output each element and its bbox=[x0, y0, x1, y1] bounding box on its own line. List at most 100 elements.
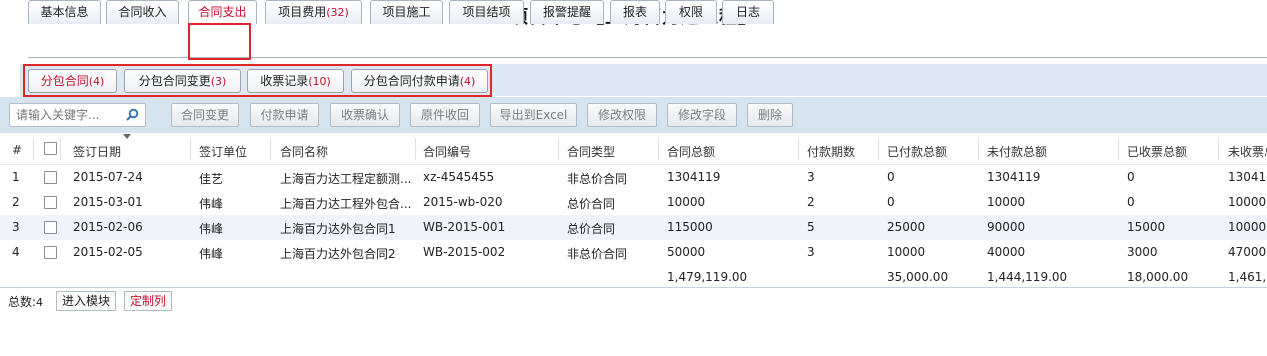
column-separator[interactable] bbox=[33, 138, 34, 160]
cell-contract-name[interactable]: 上海百力达工程外包合... bbox=[280, 195, 419, 212]
edit-permissions-button[interactable]: 修改权限 bbox=[587, 103, 657, 127]
search-input[interactable] bbox=[14, 106, 122, 124]
column-header-contract-number[interactable]: 合同编号 bbox=[423, 143, 563, 160]
contract-change-button[interactable]: 合同变更 bbox=[171, 103, 239, 127]
cell-invoiced-total: 3000 bbox=[1127, 245, 1158, 259]
total-label: 总数: bbox=[8, 295, 37, 309]
column-separator[interactable] bbox=[658, 138, 659, 160]
tab-label: 分包合同 bbox=[40, 74, 89, 88]
cell-contract-type: 总价合同 bbox=[567, 197, 616, 211]
subtab-invoice-records[interactable]: 收票记录(10) bbox=[247, 69, 344, 93]
row-checkbox[interactable] bbox=[44, 221, 57, 234]
column-header-invoiced-total[interactable]: 已收票总额 bbox=[1127, 143, 1224, 160]
row-checkbox[interactable] bbox=[44, 196, 57, 209]
tab-reports[interactable]: 报表 bbox=[610, 0, 660, 24]
payment-request-button[interactable]: 付款申请 bbox=[250, 103, 319, 127]
cell-paid-total: 10000 bbox=[887, 245, 926, 259]
cell-contract-type: 非总价合同 bbox=[567, 247, 628, 261]
cell-index: 3 bbox=[12, 220, 20, 234]
subtab-subcontract[interactable]: 分包合同(4) bbox=[28, 69, 117, 93]
cell-contract-type: 非总价合同 bbox=[567, 172, 628, 186]
column-separator[interactable] bbox=[798, 138, 799, 160]
invoice-confirm-button[interactable]: 收票确认 bbox=[330, 103, 400, 127]
column-separator[interactable] bbox=[1218, 138, 1219, 160]
enter-module-button[interactable]: 进入模块 bbox=[56, 291, 117, 311]
tab-label: 项目结项 bbox=[462, 5, 511, 19]
column-separator[interactable] bbox=[415, 138, 416, 160]
column-header-sign-date[interactable]: 签订日期 bbox=[73, 143, 195, 160]
cell-sign-date: 2015-03-01 bbox=[73, 195, 143, 209]
edit-fields-button[interactable]: 修改字段 bbox=[667, 103, 737, 127]
cell-payment-periods: 2 bbox=[807, 195, 815, 209]
column-separator[interactable] bbox=[978, 138, 979, 160]
row-checkbox[interactable] bbox=[44, 171, 57, 184]
delete-button[interactable]: 删除 bbox=[747, 103, 793, 127]
tab-project-construction[interactable]: 项目施工 bbox=[370, 0, 443, 24]
original-recovery-button[interactable]: 原件收回 bbox=[410, 103, 480, 127]
total-contract-total: 1,479,119.00 bbox=[667, 270, 748, 284]
column-separator[interactable] bbox=[270, 138, 271, 160]
cell-unpaid-total: 1304119 bbox=[987, 170, 1041, 184]
column-header-sign-unit[interactable]: 签订单位 bbox=[199, 143, 276, 160]
cell-invoiced-total: 0 bbox=[1127, 170, 1135, 184]
tab-project-closing[interactable]: 项目结项 bbox=[449, 0, 524, 24]
tab-basic-info[interactable]: 基本信息 bbox=[28, 0, 101, 24]
column-header-unpaid-total[interactable]: 未付款总额 bbox=[987, 143, 1123, 160]
export-excel-button[interactable]: 导出到Excel bbox=[490, 103, 577, 127]
tab-count: (4) bbox=[88, 75, 105, 88]
tab-contract-income[interactable]: 合同收入 bbox=[106, 0, 179, 24]
total-count: 总数:4 bbox=[8, 293, 43, 310]
column-header-uninvoiced-total[interactable]: 未收票总额 bbox=[1228, 143, 1267, 160]
column-header-contract-total[interactable]: 合同总额 bbox=[667, 143, 803, 160]
cell-payment-periods: 5 bbox=[807, 220, 815, 234]
tab-project-cost[interactable]: 项目费用(32) bbox=[265, 0, 362, 24]
tab-label: 日志 bbox=[735, 5, 760, 19]
tab-label: 收票记录 bbox=[260, 74, 309, 88]
cell-unpaid-total: 10000 bbox=[987, 195, 1026, 209]
sort-desc-icon[interactable] bbox=[123, 134, 131, 139]
tab-label: 分包合同变更 bbox=[138, 74, 211, 88]
custom-columns-button[interactable]: 定制列 bbox=[124, 291, 173, 311]
cell-invoiced-total: 15000 bbox=[1127, 220, 1166, 234]
tab-permissions[interactable]: 权限 bbox=[665, 0, 717, 24]
column-separator[interactable] bbox=[60, 138, 61, 160]
cell-contract-name[interactable]: 上海百力达外包合同2 bbox=[280, 245, 419, 262]
cell-sign-unit: 佳艺 bbox=[199, 172, 224, 186]
cell-sign-date: 2015-07-24 bbox=[73, 170, 143, 184]
tab-alerts[interactable]: 报警提醒 bbox=[530, 0, 604, 24]
tab-count: (4) bbox=[459, 75, 476, 88]
cell-contract-name[interactable]: 上海百力达外包合同1 bbox=[280, 220, 419, 237]
tab-logs[interactable]: 日志 bbox=[722, 0, 774, 24]
column-header-contract-name[interactable]: 合同名称 bbox=[280, 143, 419, 160]
total-uninvoiced-total: 1,461,119.00 bbox=[1228, 270, 1267, 284]
cell-uninvoiced-total: 100000 bbox=[1228, 220, 1267, 234]
column-separator[interactable] bbox=[1118, 138, 1119, 160]
cell-contract-number: WB-2015-002 bbox=[423, 245, 506, 259]
column-header-index[interactable]: # bbox=[12, 143, 40, 157]
cell-uninvoiced-total: 47000 bbox=[1228, 245, 1267, 259]
row-checkbox[interactable] bbox=[44, 246, 57, 259]
cell-sign-unit: 伟峰 bbox=[199, 197, 224, 211]
cell-index: 4 bbox=[12, 245, 20, 259]
column-separator[interactable] bbox=[878, 138, 879, 160]
tab-label: 项目费用 bbox=[278, 5, 327, 19]
column-header-payment-periods[interactable]: 付款期数 bbox=[807, 143, 883, 160]
column-header-paid-total[interactable]: 已付款总额 bbox=[887, 143, 983, 160]
total-invoiced-total: 18,000.00 bbox=[1127, 270, 1189, 284]
cell-index: 1 bbox=[12, 170, 20, 184]
select-all-checkbox[interactable] bbox=[44, 142, 57, 155]
cell-contract-total: 50000 bbox=[667, 245, 706, 259]
column-header-contract-type[interactable]: 合同类型 bbox=[567, 143, 663, 160]
subtab-payment-request[interactable]: 分包合同付款申请(4) bbox=[351, 69, 488, 93]
subtab-subcontract-change[interactable]: 分包合同变更(3) bbox=[124, 69, 241, 93]
tab-label: 报警提醒 bbox=[542, 5, 591, 19]
tab-label: 基本信息 bbox=[40, 5, 89, 19]
tab-count: (3) bbox=[210, 75, 227, 88]
cell-contract-type: 总价合同 bbox=[567, 222, 616, 236]
tab-label: 合同支出 bbox=[198, 5, 247, 19]
cell-contract-name[interactable]: 上海百力达工程定额测... bbox=[280, 170, 419, 187]
column-separator[interactable] bbox=[558, 138, 559, 160]
search-icon[interactable] bbox=[125, 108, 139, 122]
column-separator[interactable] bbox=[190, 138, 191, 160]
tab-contract-expense[interactable]: 合同支出 bbox=[188, 0, 257, 24]
